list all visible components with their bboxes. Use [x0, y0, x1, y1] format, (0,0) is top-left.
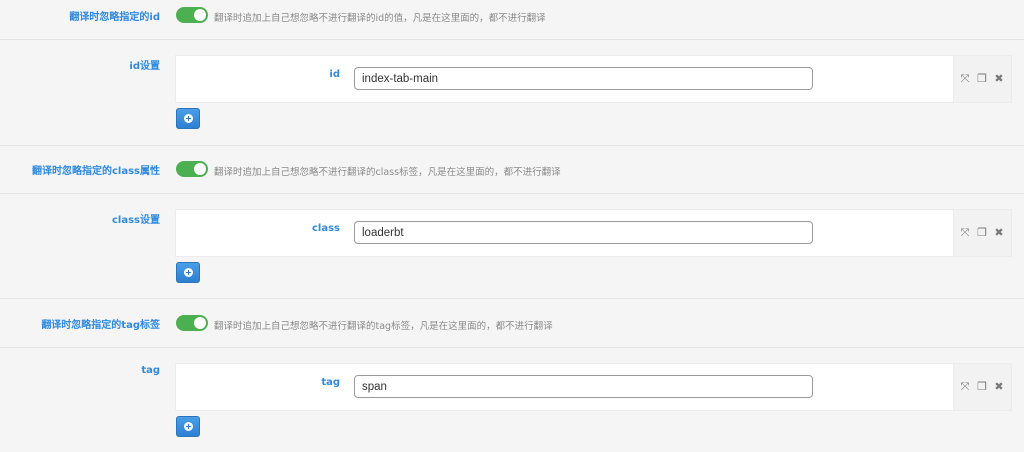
expand-icon[interactable]: ⤧: [959, 73, 971, 85]
divider: [0, 39, 1024, 40]
field-label-id: id: [329, 69, 340, 80]
toggle-knob: [194, 317, 206, 329]
item-tools: ⤧ ❐ ✖: [954, 209, 1012, 257]
item-tools: ⤧ ❐ ✖: [954, 363, 1012, 411]
list-label-class: class设置: [111, 215, 160, 226]
copy-icon[interactable]: ❐: [976, 227, 988, 239]
divider: [0, 347, 1024, 348]
plus-circle-icon: [184, 422, 193, 431]
expand-icon[interactable]: ⤧: [959, 227, 971, 239]
toggle-label-ignore-class: 翻译时忽略指定的class属性: [31, 166, 160, 177]
add-id-button[interactable]: [176, 108, 200, 129]
copy-icon[interactable]: ❐: [976, 381, 988, 393]
close-icon[interactable]: ✖: [993, 227, 1005, 239]
class-value-input[interactable]: [354, 221, 813, 244]
plus-circle-icon: [184, 268, 193, 277]
close-icon[interactable]: ✖: [993, 381, 1005, 393]
toggle-hint-ignore-id: 翻译时追加上自己想忽略不进行翻译的id的值，凡是在这里面的，都不进行翻译: [214, 13, 546, 24]
plus-circle-icon: [184, 114, 193, 123]
list-label-tag: tag: [141, 365, 160, 376]
toggle-label-ignore-id: 翻译时忽略指定的id: [69, 12, 160, 23]
ignore-id-toggle[interactable]: [176, 7, 208, 23]
close-icon[interactable]: ✖: [993, 73, 1005, 85]
id-value-input[interactable]: [354, 67, 813, 90]
toggle-label-ignore-tag: 翻译时忽略指定的tag标签: [41, 320, 160, 331]
add-class-button[interactable]: [176, 262, 200, 283]
divider: [0, 145, 1024, 146]
toggle-knob: [194, 9, 206, 21]
toggle-hint-ignore-tag: 翻译时追加上自己想忽略不进行翻译的tag标签，凡是在这里面的，都不进行翻译: [214, 321, 553, 332]
item-tools: ⤧ ❐ ✖: [954, 55, 1012, 103]
tag-value-input[interactable]: [354, 375, 813, 398]
ignore-class-toggle[interactable]: [176, 161, 208, 177]
toggle-knob: [194, 163, 206, 175]
list-label-id: id设置: [129, 61, 160, 72]
expand-icon[interactable]: ⤧: [959, 381, 971, 393]
field-label-class: class: [311, 223, 340, 234]
divider: [0, 193, 1024, 194]
divider: [0, 298, 1024, 299]
copy-icon[interactable]: ❐: [976, 73, 988, 85]
add-tag-button[interactable]: [176, 416, 200, 437]
field-label-tag: tag: [321, 377, 340, 388]
toggle-hint-ignore-class: 翻译时追加上自己想忽略不进行翻译的class标签，凡是在这里面的，都不进行翻译: [214, 167, 561, 178]
ignore-tag-toggle[interactable]: [176, 315, 208, 331]
